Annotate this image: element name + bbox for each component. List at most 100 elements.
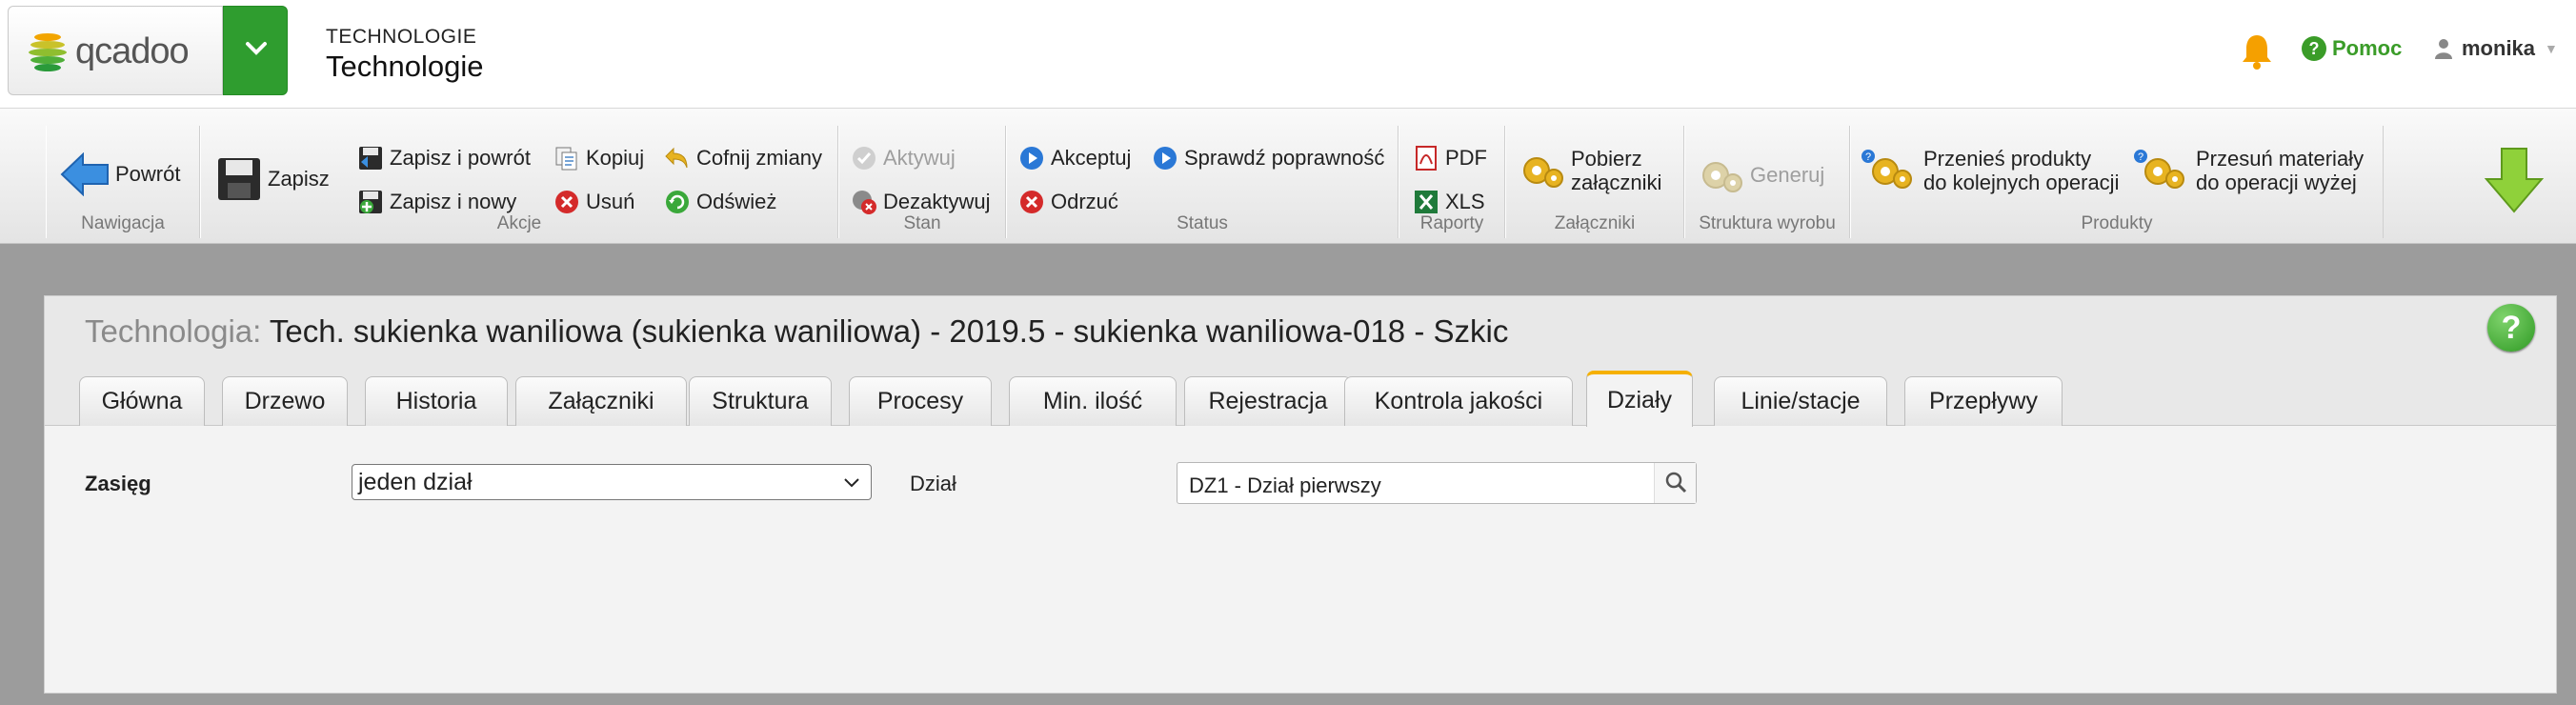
gears-help-icon: ? xyxy=(1862,150,1912,189)
save-and-new-button[interactable]: Zapisz i nowy xyxy=(357,189,516,215)
download-attachments-label-1: Pobierz xyxy=(1571,147,1642,171)
activate-icon xyxy=(853,147,875,170)
range-select-value: jeden dział xyxy=(358,468,473,495)
back-button[interactable]: Powrót xyxy=(60,152,180,196)
tab-lines-stations[interactable]: Linie/stacje xyxy=(1714,376,1887,426)
deactivate-button[interactable]: Dezaktywuj xyxy=(851,189,990,215)
move-materials-label-1: Przesuń materiały xyxy=(2196,147,2365,171)
reject-label: Odrzuć xyxy=(1051,190,1118,213)
logo-text: qcadoo xyxy=(75,31,190,71)
ribbon-group-actions: Zapisz Zapisz i powrót Zapisz i nowy Kop… xyxy=(200,126,838,238)
tab-registration[interactable]: Rejestracja xyxy=(1184,376,1352,426)
logo[interactable]: qcadoo xyxy=(8,6,223,95)
revert-button[interactable]: Cofnij zmiany xyxy=(664,145,822,171)
xls-icon xyxy=(1415,191,1438,213)
delete-button[interactable]: Usuń xyxy=(553,189,634,215)
tab-divisions[interactable]: Działy xyxy=(1586,371,1693,427)
deactivate-icon xyxy=(853,191,876,214)
accept-button[interactable]: Akceptuj xyxy=(1018,145,1131,171)
xls-button[interactable]: XLS xyxy=(1413,189,1485,215)
ribbon-group-reports: PDF XLS Raporty xyxy=(1399,126,1505,238)
main-menu-button[interactable] xyxy=(223,6,288,95)
group-label: Raporty xyxy=(1419,213,1484,233)
chevron-down-icon: ▼ xyxy=(2545,41,2558,56)
tab-structure[interactable]: Struktura xyxy=(689,376,832,426)
save-new-icon xyxy=(359,191,382,213)
activate-label: Aktywuj xyxy=(883,146,956,170)
header-category: TECHNOLOGIE xyxy=(326,26,477,48)
help-icon: ? xyxy=(2302,36,2326,61)
refresh-icon xyxy=(666,191,689,213)
move-products-button[interactable]: ? Przenieś produkty do kolejnych operacj… xyxy=(1861,147,2119,194)
generate-label: Generuj xyxy=(1750,163,1825,187)
chevron-down-icon xyxy=(246,42,267,55)
ribbon-group-state: Aktywuj Dezaktywuj Stan xyxy=(838,126,1006,238)
top-header: qcadoo TECHNOLOGIE Technologie ? Pomoc m… xyxy=(0,0,2576,109)
tab-history[interactable]: Historia xyxy=(365,376,508,426)
check-validity-button[interactable]: Sprawdź poprawność xyxy=(1152,145,1384,171)
download-attachments-label-2: załączniki xyxy=(1571,171,1662,194)
gears-icon xyxy=(1523,157,1563,188)
arrow-down-icon[interactable] xyxy=(2485,147,2544,213)
group-label: Nawigacja xyxy=(81,213,165,233)
pdf-button[interactable]: PDF xyxy=(1413,145,1487,171)
deactivate-label: Dezaktywuj xyxy=(883,190,991,213)
tab-flows[interactable]: Przepływy xyxy=(1904,376,2063,426)
ribbon-group-product-structure: Generuj Struktura wyrobu xyxy=(1684,126,1850,238)
pdf-label: PDF xyxy=(1445,146,1487,170)
division-label: Dział xyxy=(910,472,956,495)
division-lookup[interactable]: DZ1 - Dział pierwszy xyxy=(1177,462,1697,504)
tab-attachments[interactable]: Załączniki xyxy=(515,376,687,426)
tab-processes[interactable]: Procesy xyxy=(849,376,992,426)
move-materials-label-2: do operacji wyżej xyxy=(2196,171,2357,194)
ribbon-group-attachments: Pobierz załączniki Załączniki xyxy=(1505,126,1684,238)
svg-text:?: ? xyxy=(2138,151,2143,163)
activate-button[interactable]: Aktywuj xyxy=(851,145,956,171)
range-label: Zasięg xyxy=(85,472,151,495)
help-label: Pomoc xyxy=(2332,36,2403,60)
move-materials-button[interactable]: ? Przesuń materiały do operacji wyżej xyxy=(2133,147,2364,194)
search-icon xyxy=(1665,472,1687,494)
help-icon[interactable]: ? xyxy=(2487,304,2535,352)
lookup-search-button[interactable] xyxy=(1654,463,1696,503)
copy-button[interactable]: Kopiuj xyxy=(553,145,644,171)
reject-icon xyxy=(1020,191,1043,213)
tab-tree[interactable]: Drzewo xyxy=(222,376,348,426)
tab-quality-control[interactable]: Kontrola jakości xyxy=(1344,376,1573,426)
floppy-disk-icon xyxy=(218,158,260,200)
range-select[interactable]: jeden dział xyxy=(352,464,872,500)
entity-label: Technologia: xyxy=(85,313,262,349)
tab-min-quantity[interactable]: Min. ilość xyxy=(1009,376,1177,426)
download-attachments-button[interactable]: Pobierz załączniki xyxy=(1519,147,1661,194)
group-label: Produkty xyxy=(2081,213,2153,233)
move-products-label-1: Przenieś produkty xyxy=(1923,147,2092,171)
move-products-label-2: do kolejnych operacji xyxy=(1923,171,2120,194)
gears-icon xyxy=(1702,162,1742,192)
ribbon-group-status: Akceptuj Odrzuć Sprawdź poprawność Statu… xyxy=(1006,126,1399,238)
panel-header: Technologia: Tech. sukienka waniliowa (s… xyxy=(45,296,2556,427)
tab-main[interactable]: Główna xyxy=(79,376,205,426)
save-and-back-button[interactable]: Zapisz i powrót xyxy=(357,145,531,171)
undo-icon xyxy=(665,147,688,169)
arrow-left-icon xyxy=(60,152,109,196)
save-button[interactable]: Zapisz xyxy=(216,156,330,202)
group-label: Stan xyxy=(903,213,941,233)
gears-help-icon: ? xyxy=(2134,150,2184,189)
refresh-button[interactable]: Odśwież xyxy=(664,189,776,215)
help-link[interactable]: ? Pomoc xyxy=(2302,36,2402,61)
save-label: Zapisz xyxy=(268,167,330,191)
ribbon-group-products: ? Przenieś produkty do kolejnych operacj… xyxy=(1850,126,2384,238)
user-menu[interactable]: monika ▼ xyxy=(2435,36,2558,61)
back-label: Powrót xyxy=(115,162,181,186)
xls-label: XLS xyxy=(1445,190,1485,213)
refresh-label: Odśwież xyxy=(696,190,777,213)
bell-icon[interactable] xyxy=(2241,32,2273,70)
reject-button[interactable]: Odrzuć xyxy=(1018,189,1118,215)
save-and-new-label: Zapisz i nowy xyxy=(390,190,517,213)
generate-button[interactable]: Generuj xyxy=(1699,154,1824,196)
group-label: Akcje xyxy=(496,213,542,233)
chevron-down-icon xyxy=(844,478,859,488)
copy-icon xyxy=(555,147,577,171)
play-circle-icon xyxy=(1154,147,1177,170)
user-icon xyxy=(2435,39,2452,59)
